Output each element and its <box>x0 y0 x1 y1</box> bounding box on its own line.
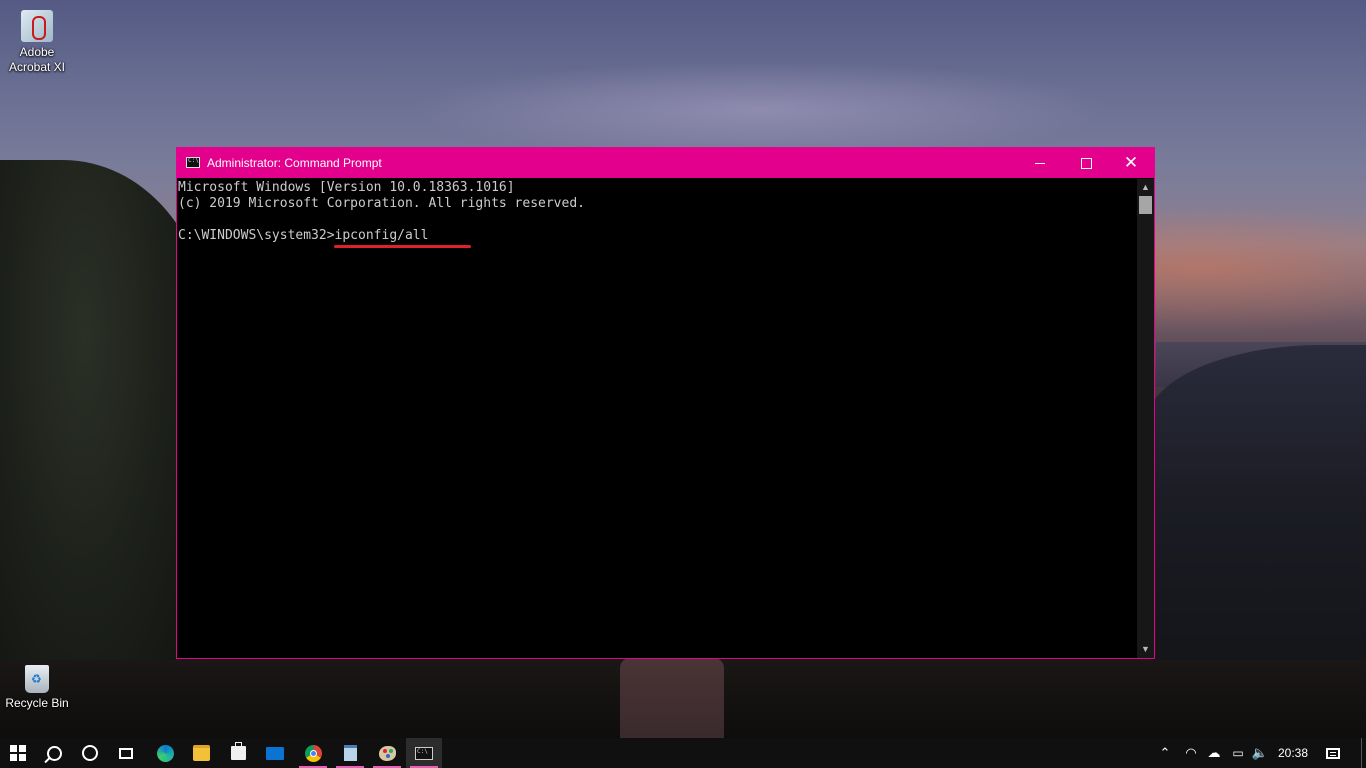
close-button[interactable]: ✕ <box>1108 148 1154 178</box>
store-icon <box>230 742 246 760</box>
edge-icon <box>156 744 174 762</box>
battery-button[interactable]: ▭ <box>1228 738 1248 768</box>
minimize-icon <box>1035 163 1045 164</box>
title-bar[interactable]: Administrator: Command Prompt ✕ <box>177 148 1154 178</box>
cortana-icon <box>82 745 98 761</box>
clock[interactable]: 20:38 <box>1272 738 1314 768</box>
scrollbar-thumb[interactable] <box>1139 196 1152 214</box>
console-line: Microsoft Windows [Version 10.0.18363.10… <box>178 180 515 195</box>
folder-icon <box>192 745 210 761</box>
command-prompt-window[interactable]: Administrator: Command Prompt ✕ Microsof… <box>176 147 1155 659</box>
command-prompt-icon <box>186 157 200 168</box>
network-button[interactable]: ◠ <box>1181 738 1201 768</box>
window-title: Administrator: Command Prompt <box>207 156 382 170</box>
wifi-icon: ◠ <box>1185 745 1197 760</box>
volume-button[interactable]: 🔈 <box>1250 738 1270 768</box>
taskbar-command-prompt[interactable] <box>406 738 442 768</box>
vertical-scrollbar[interactable]: ▲ ▼ <box>1137 179 1154 658</box>
console-output[interactable]: Microsoft Windows [Version 10.0.18363.10… <box>177 179 1137 658</box>
notepad-icon <box>343 745 357 761</box>
taskbar-chrome[interactable] <box>295 738 331 768</box>
taskbar-file-explorer[interactable] <box>183 738 219 768</box>
taskbar-mail[interactable] <box>257 738 293 768</box>
scroll-down-arrow-icon[interactable]: ▼ <box>1137 641 1154 658</box>
taskbar-edge[interactable] <box>147 738 183 768</box>
command-underline-annotation <box>334 245 471 248</box>
console-prompt-line: C:\WINDOWS\system32>ipconfig/all <box>178 228 429 243</box>
desktop-icon-adobe-acrobat[interactable]: Adobe Acrobat XI <box>2 10 72 75</box>
mail-icon <box>266 746 284 760</box>
taskbar: ⌃ ◠ ☁ ▭ 🔈 20:38 <box>0 738 1366 768</box>
task-view-icon <box>119 747 133 759</box>
desktop-icon-label: Adobe Acrobat XI <box>8 45 66 74</box>
chrome-icon <box>304 744 322 762</box>
console-line: (c) 2019 Microsoft Corporation. All righ… <box>178 196 585 211</box>
cloud-icon: ☁ <box>1207 745 1221 760</box>
desktop-icon-recycle-bin[interactable]: Recycle Bin <box>2 665 72 711</box>
show-hidden-icons-button[interactable]: ⌃ <box>1155 738 1175 768</box>
search-button[interactable] <box>36 738 72 768</box>
desktop-icon-label: Recycle Bin <box>5 696 69 710</box>
taskbar-store[interactable] <box>220 738 256 768</box>
wallpaper-figure <box>620 658 724 738</box>
close-icon: ✕ <box>1123 153 1139 172</box>
command-prompt-icon <box>415 746 433 760</box>
speaker-icon: 🔈 <box>1251 745 1269 760</box>
minimize-button[interactable] <box>1017 148 1063 178</box>
onedrive-button[interactable]: ☁ <box>1203 738 1225 768</box>
task-view-button[interactable] <box>108 738 144 768</box>
battery-icon: ▭ <box>1232 746 1244 760</box>
cortana-button[interactable] <box>72 738 108 768</box>
recycle-bin-icon <box>25 665 49 693</box>
search-icon <box>46 745 62 761</box>
show-desktop-button[interactable] <box>1361 738 1362 768</box>
taskbar-notepad[interactable] <box>332 738 368 768</box>
taskbar-paint[interactable] <box>369 738 405 768</box>
maximize-icon <box>1081 158 1092 169</box>
adobe-acrobat-icon <box>21 10 53 42</box>
start-button[interactable] <box>0 738 36 768</box>
windows-logo-icon <box>10 745 26 761</box>
scroll-up-arrow-icon[interactable]: ▲ <box>1137 179 1154 196</box>
chevron-up-icon: ⌃ <box>1159 745 1171 760</box>
notification-icon <box>1326 747 1340 759</box>
paint-icon <box>378 745 396 761</box>
clock-time: 20:38 <box>1277 746 1309 760</box>
action-center-button[interactable] <box>1320 738 1346 768</box>
maximize-button[interactable] <box>1063 148 1109 178</box>
